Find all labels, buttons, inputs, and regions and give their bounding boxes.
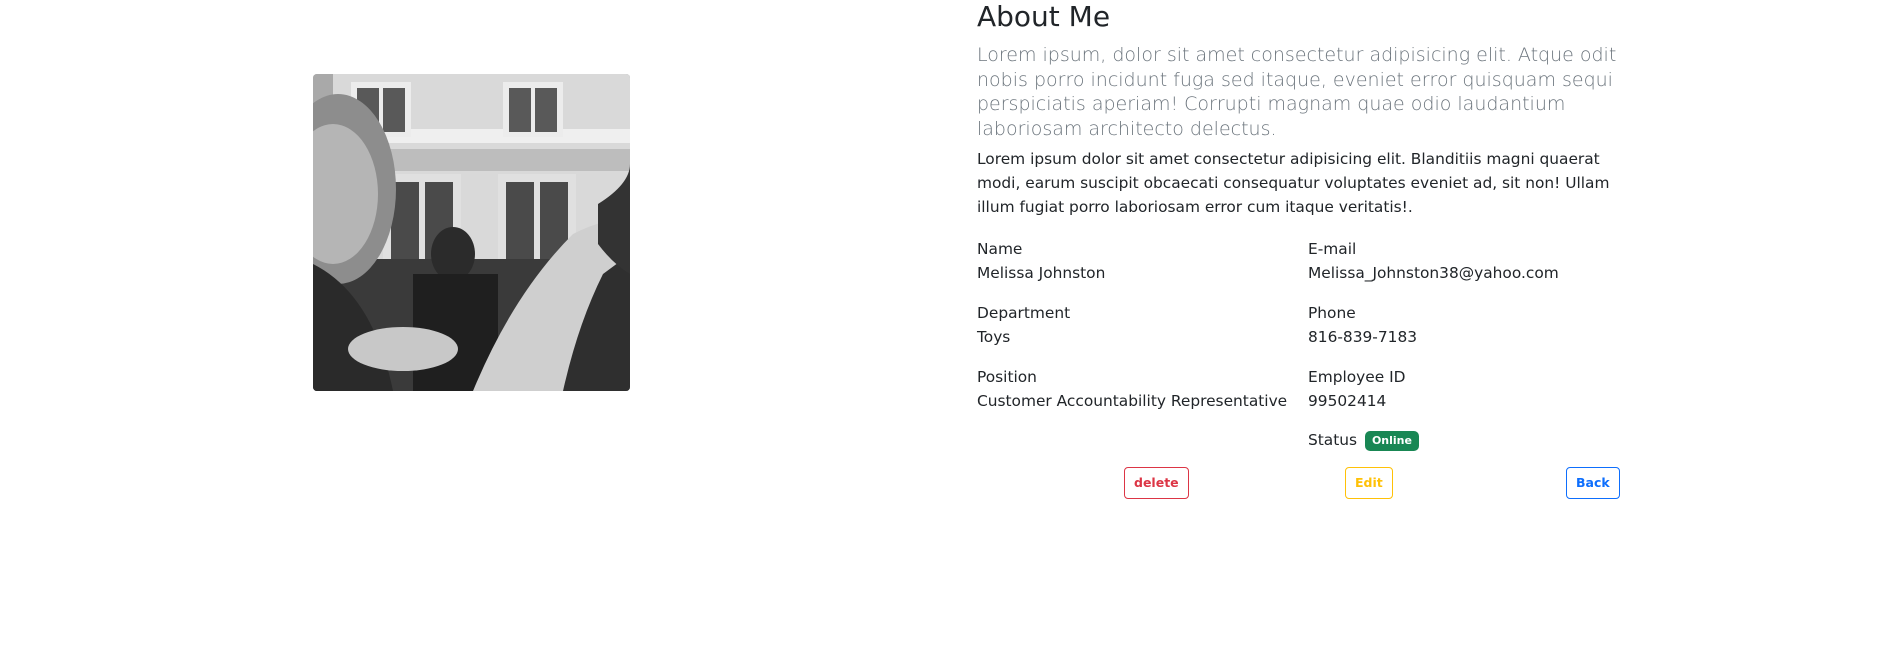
field-value: 816-839-7183 (1308, 328, 1418, 346)
field-value: Customer Accountability Representative (977, 392, 1288, 410)
field-label: Employee ID (1308, 368, 1406, 386)
field-status: Status Online (1308, 428, 1419, 452)
field-label: Name (977, 240, 1023, 258)
field-value: Toys (977, 328, 1011, 346)
edit-button[interactable]: Edit (1345, 467, 1393, 499)
field-department: Department Toys (977, 301, 1070, 349)
field-value: 99502414 (1308, 392, 1387, 410)
field-value: Melissa Johnston (977, 264, 1106, 282)
status-label: Status (1308, 431, 1358, 449)
field-employee-id: Employee ID 99502414 (1308, 365, 1406, 413)
field-phone: Phone 816-839-7183 (1308, 301, 1417, 349)
status-badge: Online (1364, 431, 1419, 451)
field-value: Melissa_Johnston38@yahoo.com (1308, 264, 1559, 282)
field-email: E-mail Melissa_Johnston38@yahoo.com (1308, 237, 1559, 285)
body-paragraph: Lorem ipsum dolor sit amet consectetur a… (977, 150, 1610, 216)
field-position: Position Customer Accountability Represe… (977, 365, 1287, 413)
field-label: Department (977, 304, 1071, 322)
lead-paragraph: Lorem ipsum, dolor sit amet consectetur … (977, 44, 1617, 140)
field-name: Name Melissa Johnston (977, 237, 1105, 285)
back-button[interactable]: Back (1566, 467, 1620, 499)
profile-photo (313, 74, 630, 391)
field-label: Position (977, 368, 1037, 386)
field-label: Phone (1308, 304, 1356, 322)
delete-button[interactable]: delete (1124, 467, 1189, 499)
field-label: E-mail (1308, 240, 1357, 258)
page-title: About Me (977, 0, 1111, 33)
